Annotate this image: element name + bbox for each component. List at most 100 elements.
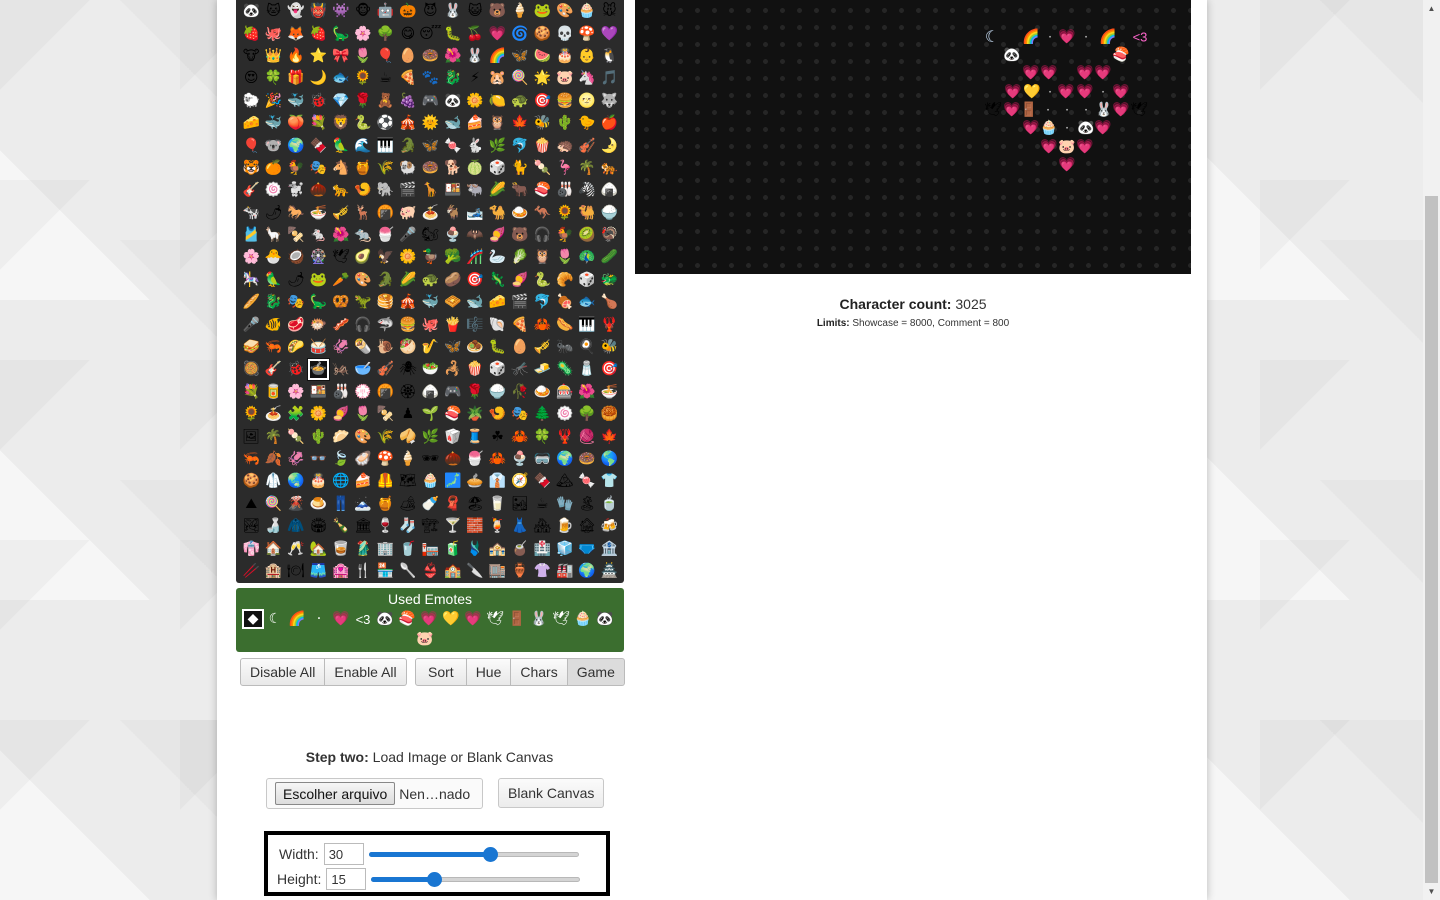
emote-option[interactable]: 🏚 bbox=[576, 515, 598, 537]
emote-option[interactable]: 🥣 bbox=[352, 358, 374, 380]
emote-option[interactable]: 🐭 bbox=[598, 0, 620, 22]
emote-option[interactable]: 🏖 bbox=[464, 493, 486, 515]
emote-option[interactable]: 🐤 bbox=[576, 112, 598, 134]
emote-option[interactable]: 🍀 bbox=[262, 67, 284, 89]
emote-option[interactable]: 🤖 bbox=[374, 0, 396, 22]
emote-option[interactable]: 🌝 bbox=[576, 90, 598, 112]
emote-option[interactable]: 🐼 bbox=[442, 90, 464, 112]
scroll-up-arrow-icon[interactable]: ▲ bbox=[1423, 0, 1440, 17]
emote-option[interactable]: 🌸 bbox=[240, 246, 262, 268]
emote-option[interactable]: 🐸 bbox=[531, 0, 553, 22]
emote-option[interactable]: 👗 bbox=[509, 515, 531, 537]
emote-option[interactable]: 🗾 bbox=[442, 470, 464, 492]
emote-option[interactable]: 🏘 bbox=[531, 515, 553, 537]
emote-option[interactable]: 🎳 bbox=[330, 381, 352, 403]
used-emote[interactable]: 🕊 bbox=[484, 609, 506, 629]
emote-option[interactable]: 👔 bbox=[486, 470, 508, 492]
emote-option[interactable]: ⛪ bbox=[509, 582, 531, 583]
emote-option[interactable]: 🎭 bbox=[285, 291, 307, 313]
emote-option[interactable]: 🍩 bbox=[576, 448, 598, 470]
emote-option[interactable]: 🐳 bbox=[285, 90, 307, 112]
emote-option[interactable]: 🐹 bbox=[486, 67, 508, 89]
emote-option[interactable]: 🍪 bbox=[531, 22, 553, 44]
emote-option[interactable]: 🍜 bbox=[307, 202, 329, 224]
emote-option[interactable]: 🍯 bbox=[352, 157, 374, 179]
emote-option[interactable]: 🎮 bbox=[442, 381, 464, 403]
emote-option[interactable]: 💎 bbox=[330, 90, 352, 112]
emote-option[interactable]: 🌹 bbox=[464, 381, 486, 403]
used-emote[interactable]: 💗 bbox=[462, 609, 484, 629]
emote-option[interactable]: 🌽 bbox=[486, 179, 508, 201]
emote-option[interactable]: 🕶 bbox=[419, 448, 441, 470]
emote-option[interactable]: 🌼 bbox=[397, 246, 419, 268]
emote-option[interactable]: ⚡ bbox=[464, 67, 486, 89]
emote-option[interactable]: 🧥 bbox=[285, 515, 307, 537]
emote-option[interactable]: 🥤 bbox=[397, 537, 419, 559]
emote-option[interactable]: 🏺 bbox=[509, 560, 531, 582]
emote-option[interactable]: 🧂 bbox=[576, 358, 598, 380]
emote-option[interactable]: 🐠 bbox=[262, 313, 284, 335]
emote-option[interactable]: 🎨 bbox=[352, 269, 374, 291]
emote-option[interactable]: 🦐 bbox=[240, 448, 262, 470]
emote-option[interactable]: 🎸 bbox=[262, 358, 284, 380]
emote-option[interactable]: 🐡 bbox=[307, 313, 329, 335]
emote-option[interactable]: 🥘 bbox=[240, 358, 262, 380]
emote-option[interactable]: 🏯 bbox=[598, 560, 620, 582]
emote-option[interactable]: 🥫 bbox=[262, 381, 284, 403]
disable-all-button[interactable]: Disable All bbox=[240, 658, 326, 686]
emote-option[interactable]: 🍙 bbox=[419, 381, 441, 403]
emote-option[interactable]: 🍚 bbox=[598, 202, 620, 224]
emote-option[interactable]: 🥽 bbox=[531, 448, 553, 470]
emote-option[interactable]: 🏨 bbox=[262, 560, 284, 582]
emote-option[interactable]: 😋 bbox=[397, 22, 419, 44]
emote-option[interactable]: 🍰 bbox=[464, 112, 486, 134]
emote-option[interactable]: 🐄 bbox=[240, 202, 262, 224]
emote-option[interactable]: 🍡 bbox=[285, 425, 307, 447]
emote-option[interactable]: 🐼 bbox=[240, 0, 262, 22]
emote-option[interactable]: 🦖 bbox=[352, 291, 374, 313]
emote-option[interactable]: 🐺 bbox=[598, 90, 620, 112]
emote-option[interactable]: 🌎 bbox=[598, 448, 620, 470]
emote-option[interactable]: 🦠 bbox=[553, 358, 575, 380]
emote-option[interactable]: 🥡 bbox=[442, 425, 464, 447]
emote-option[interactable]: 🌵 bbox=[307, 425, 329, 447]
emote-option[interactable]: 🎉 bbox=[262, 90, 284, 112]
emote-option[interactable]: 🐍 bbox=[531, 269, 553, 291]
emote-option[interactable]: 👓 bbox=[307, 448, 329, 470]
emote-option[interactable]: 🍷 bbox=[374, 515, 396, 537]
emote-option[interactable]: 🐵 bbox=[352, 0, 374, 22]
emote-option[interactable]: 🐱 bbox=[262, 0, 284, 22]
emote-option[interactable]: 🍸 bbox=[442, 515, 464, 537]
emote-option[interactable]: 👑 bbox=[262, 45, 284, 67]
emote-option[interactable]: 🎁 bbox=[285, 67, 307, 89]
emote-option[interactable]: 👖 bbox=[330, 493, 352, 515]
emote-option[interactable]: 🐸 bbox=[307, 269, 329, 291]
emote-option[interactable]: 😍 bbox=[240, 67, 262, 89]
emote-option[interactable]: 🐇 bbox=[464, 134, 486, 156]
emote-option[interactable]: 🎤 bbox=[397, 224, 419, 246]
emote-option[interactable]: 🍇 bbox=[397, 90, 419, 112]
emote-option[interactable]: 🔪 bbox=[464, 560, 486, 582]
emote-option[interactable]: 🐬 bbox=[531, 291, 553, 313]
emote-option[interactable]: 👜 bbox=[374, 582, 396, 583]
emote-option[interactable]: 🌏 bbox=[307, 582, 329, 583]
used-emote[interactable]: 🚪 bbox=[506, 609, 528, 629]
emote-option[interactable]: 🐋 bbox=[464, 291, 486, 313]
emote-option[interactable]: 🥄 bbox=[397, 560, 419, 582]
emote-option[interactable]: 🏵 bbox=[397, 381, 419, 403]
emote-option[interactable]: 🌿 bbox=[419, 425, 441, 447]
emote-option[interactable]: 🍿 bbox=[531, 134, 553, 156]
emote-option[interactable]: 🦅 bbox=[374, 246, 396, 268]
emote-option[interactable]: 🦄 bbox=[576, 67, 598, 89]
emote-option[interactable]: 🍋 bbox=[486, 90, 508, 112]
emote-option[interactable]: ⚽ bbox=[374, 112, 396, 134]
emote-option[interactable]: 🧈 bbox=[531, 358, 553, 380]
emote-option[interactable]: 🍠 bbox=[330, 403, 352, 425]
emote-option[interactable]: 🍹 bbox=[486, 515, 508, 537]
emote-option[interactable]: 🐑 bbox=[240, 90, 262, 112]
emote-option[interactable]: 🦉 bbox=[486, 112, 508, 134]
emote-option[interactable]: 💀 bbox=[553, 22, 575, 44]
chars-button[interactable]: Chars bbox=[511, 658, 568, 686]
emote-option[interactable]: 🌺 bbox=[330, 224, 352, 246]
height-slider-thumb[interactable] bbox=[427, 872, 443, 887]
